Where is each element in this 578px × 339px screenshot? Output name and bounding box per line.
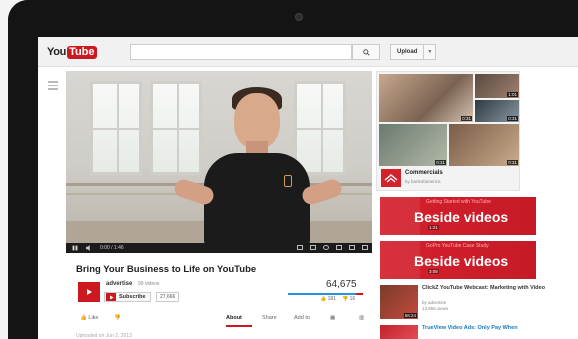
dislike-count-group[interactable]: 👎 16 (342, 296, 355, 302)
upload-info: Uploaded on Jun 2, 2013 (76, 333, 132, 339)
dislike-button[interactable]: 👎 (114, 315, 121, 321)
thumbnail[interactable]: 0:31 (379, 124, 447, 166)
thumbnail[interactable]: 0:31 (475, 100, 519, 122)
channel-avatar[interactable] (78, 282, 100, 302)
action-bar: 👍 Like 👎 About Share Add to ▦ ▥ ⚑ (76, 313, 391, 327)
webcam-icon (295, 13, 303, 21)
search-icon (362, 48, 370, 56)
screen: You Tube Upload ▼ 0:00 / 1:46 Bring Your… (38, 37, 578, 339)
like-count-group[interactable]: 👍 181 (320, 296, 336, 302)
transcript-icon[interactable]: ▦ (330, 315, 335, 321)
thumbs-up-icon: 👍 (80, 315, 87, 321)
side-video-title[interactable]: ClickZ YouTube Webcast: Marketing with V… (422, 285, 550, 292)
ad-overlay-text: Beside videos (414, 253, 509, 269)
side-video-views: 13,856 views (422, 306, 449, 311)
thumbs-down-icon: 👎 (341, 296, 349, 302)
presenter-shirt (204, 153, 310, 245)
duration-badge: 0:31 (461, 116, 472, 121)
like-label: Like (88, 315, 99, 321)
player-right-controls (297, 245, 368, 250)
settings-icon[interactable] (323, 245, 329, 250)
video-title: Bring Your Business to Life on YouTube (76, 264, 257, 275)
upload-label: Upload (397, 49, 418, 55)
duration-badge: 0:31 (507, 116, 518, 121)
subscribe-label: Subscribe (119, 294, 146, 300)
view-count: 64,675 (326, 279, 357, 290)
thumbnail[interactable]: 0:31 (449, 124, 519, 166)
like-counts: 👍 181 👎 16 (320, 296, 355, 302)
thumbnail[interactable]: 0:31 (379, 74, 473, 122)
video-player[interactable]: 0:00 / 1:46 (66, 71, 372, 253)
ad-video-title: GoPro YouTube Case Study (426, 243, 489, 249)
guide-menu-icon[interactable] (48, 81, 58, 92)
player-controls: 0:00 / 1:46 (66, 243, 372, 253)
logo-tube-text: Tube (67, 45, 97, 59)
time-display: 0:00 / 1:46 (100, 245, 124, 251)
logo-you-text: You (47, 46, 67, 58)
video-thumbnail[interactable]: 58:24 (380, 285, 418, 319)
search-button[interactable] (352, 44, 380, 60)
studio-window (294, 81, 346, 175)
list-item[interactable]: 58:24 ClickZ YouTube Webcast: Marketing … (380, 285, 550, 321)
masthead: You Tube Upload ▼ (38, 37, 578, 67)
video-thumbnail[interactable] (380, 325, 418, 339)
duration-badge: 1:01 (507, 92, 518, 97)
thumbs-up-icon: 👍 (320, 296, 327, 302)
tab-add-to[interactable]: Add to (294, 315, 310, 321)
channel-name[interactable]: advertise (106, 281, 132, 287)
active-tab-underline (226, 325, 252, 327)
side-video-title[interactable]: TrueView Video Ads: Only Pay When (422, 325, 550, 332)
promoted-playlist[interactable]: 0:31 1:01 0:31 0:31 0:31 Commercials by … (376, 71, 520, 191)
promo-channel[interactable]: by bankofamerica (405, 179, 441, 184)
fullscreen-icon[interactable] (362, 245, 368, 250)
subscribe-button[interactable]: Subscribe (104, 292, 151, 302)
thumbnail[interactable]: 1:01 (475, 74, 519, 98)
small-player-icon[interactable] (336, 245, 342, 250)
tab-about[interactable]: About (226, 315, 242, 321)
like-ratio-fill (288, 293, 357, 295)
like-count: 181 (327, 296, 336, 302)
tab-share[interactable]: Share (262, 315, 277, 321)
like-button[interactable]: 👍 Like (80, 315, 98, 321)
studio-window (150, 81, 202, 175)
playlist-thumbnails: 0:31 1:01 0:31 0:31 0:31 (379, 74, 519, 166)
list-item[interactable]: TrueView Video Ads: Only Pay When (380, 325, 550, 339)
upload-button[interactable]: Upload ▼ (390, 44, 437, 60)
statistics-icon[interactable]: ▥ (359, 315, 364, 321)
captions-icon[interactable] (297, 245, 303, 250)
duration-badge: 0:31 (435, 160, 446, 165)
subscriber-count: 27,666 (156, 292, 180, 302)
ad-overlay-text: Beside videos (414, 209, 509, 225)
search-input[interactable] (130, 44, 352, 60)
duration-badge: 58:24 (403, 313, 417, 318)
bezel-left (8, 0, 40, 339)
bank-logo-icon (381, 169, 401, 187)
duration-badge: 0:31 (507, 160, 518, 165)
promo-title[interactable]: Commercials (405, 170, 443, 176)
volume-icon[interactable] (85, 245, 92, 251)
duration-badge: 3:08 (428, 269, 439, 274)
beside-video-ad[interactable]: Getting Started with YouTube Beside vide… (380, 197, 536, 235)
ad-video-title: Getting Started with YouTube (426, 199, 491, 205)
duration-badge: 1:21 (428, 225, 439, 230)
theater-icon[interactable] (349, 245, 355, 250)
annotations-icon[interactable] (310, 245, 316, 250)
youtube-icon (106, 293, 116, 301)
youtube-logo[interactable]: You Tube (47, 45, 97, 59)
thumbs-down-icon: 👎 (114, 315, 121, 321)
bezel-top (8, 0, 578, 40)
video-frame[interactable] (66, 71, 372, 245)
shirt-graphic (284, 175, 292, 187)
beside-video-ad[interactable]: GoPro YouTube Case Study Beside videos 3… (380, 241, 536, 279)
chevron-down-icon[interactable]: ▼ (423, 45, 435, 59)
studio-window (90, 81, 142, 175)
dislike-count: 16 (349, 296, 356, 302)
like-dislike-bar (288, 293, 363, 295)
play-logo-icon (87, 289, 92, 295)
play-icon[interactable] (72, 245, 78, 251)
channel-video-count[interactable]: 99 videos (138, 281, 159, 287)
